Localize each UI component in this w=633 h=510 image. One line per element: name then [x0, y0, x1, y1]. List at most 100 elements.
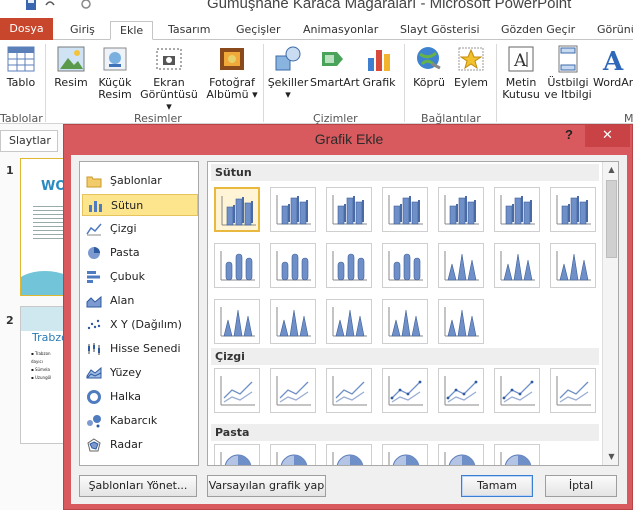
- column-subtype-cone-100[interactable]: [550, 243, 596, 288]
- chart-type-cubuk[interactable]: Çubuk: [82, 266, 198, 288]
- column-subtype-cylinder-100[interactable]: [326, 243, 372, 288]
- cancel-button[interactable]: İptal: [545, 475, 617, 497]
- ekran-goruntusu-button[interactable]: Ekran Görüntüsü ▾: [138, 44, 200, 113]
- column-subtype-cylinder-100-icon: [332, 251, 367, 281]
- pie-subtype-4[interactable]: [382, 444, 428, 465]
- column-subtype-cone-icon: [444, 251, 479, 281]
- chart-type-kabarcik[interactable]: Kabarcık: [82, 410, 198, 432]
- column-subtype-cylinder-icon: [220, 251, 255, 281]
- chart-type-sutun[interactable]: Sütun: [82, 194, 198, 216]
- pie-subtype-6[interactable]: [494, 444, 540, 465]
- smartart-icon: [322, 52, 343, 66]
- tab-gecisler[interactable]: Geçişler: [236, 21, 280, 40]
- metin-kutusu-button[interactable]: A Metin Kutusu: [500, 44, 542, 101]
- chart-type-hisse-senedi[interactable]: Hisse Senedi: [82, 338, 198, 360]
- ustbilgi-button[interactable]: Üstbilgi ve Itbilgi: [544, 44, 592, 101]
- kucuk-resim-button[interactable]: Küçük Resim: [96, 44, 134, 101]
- column-subtype-stacked3d[interactable]: [438, 187, 484, 232]
- ok-button[interactable]: Tamam: [461, 475, 533, 497]
- chart-type-xy-dagilim[interactable]: X Y (Dağılım): [82, 314, 198, 336]
- column-subtype-pyramid-stacked[interactable]: [326, 299, 372, 344]
- set-default-chart-button[interactable]: Varsayılan grafik yap: [207, 475, 326, 497]
- slide-thumbnail-1[interactable]: WO: [20, 158, 66, 296]
- tab-slayt-gosterisi[interactable]: Slayt Gösterisi: [400, 21, 480, 40]
- slide-number: 2: [6, 314, 14, 327]
- separator: [263, 44, 264, 122]
- scroll-thumb[interactable]: [606, 180, 617, 258]
- line-subtype-1[interactable]: [214, 368, 260, 413]
- line-subtype-2[interactable]: [270, 368, 316, 413]
- tab-tasarim[interactable]: Tasarım: [168, 21, 210, 40]
- eylem-button[interactable]: Eylem: [452, 44, 490, 89]
- header-footer-icon: [558, 45, 578, 73]
- column-subtype-column3d-icon: [556, 195, 591, 225]
- tab-gorunum[interactable]: Görünü: [597, 21, 633, 40]
- pie-subtype-5[interactable]: [438, 444, 484, 465]
- ribbon-tabs: Dosya Giriş Ekle Tasarım Geçişler Animas…: [0, 18, 633, 40]
- scatter-chart-icon: [87, 319, 101, 330]
- save-icon[interactable]: [25, 0, 37, 10]
- pie-subtype-2[interactable]: [270, 444, 316, 465]
- chart-type-pasta[interactable]: Pasta: [82, 242, 198, 264]
- sekiller-button[interactable]: Şekiller ▾: [266, 44, 310, 101]
- column-subtype-column3d[interactable]: [550, 187, 596, 232]
- column-subtype-cone[interactable]: [438, 243, 484, 288]
- line-subtype-3[interactable]: [326, 368, 372, 413]
- tab-slaytlar[interactable]: Slaytlar: [0, 130, 58, 152]
- wordart-button[interactable]: A WordArt: [593, 44, 633, 89]
- tablo-button[interactable]: Tablo: [4, 44, 38, 89]
- smartart-button[interactable]: SmartArt: [310, 44, 360, 89]
- chart-type-yuzey[interactable]: Yüzey: [82, 362, 198, 384]
- grafik-button[interactable]: Grafik: [360, 44, 398, 89]
- column-subtype-pyramid-100[interactable]: [382, 299, 428, 344]
- chart-type-sablonlar[interactable]: Şablonlar: [82, 170, 198, 192]
- slides-pane: Slaytlar 1 WO 2 Trabzo ▪ Trabzon dayıcı …: [0, 124, 66, 510]
- slide-thumbnail-2[interactable]: Trabzo ▪ Trabzon dayıcı ▪ Sümela ▪ Uzung…: [20, 306, 66, 444]
- column-subtype-pyramid[interactable]: [270, 299, 316, 344]
- tab-dosya[interactable]: Dosya: [0, 18, 53, 40]
- tab-animasyonlar[interactable]: Animasyonlar: [303, 21, 378, 40]
- close-button[interactable]: ✕: [585, 125, 630, 147]
- svg-text:A: A: [602, 47, 624, 74]
- scroll-down-icon[interactable]: ▼: [603, 449, 618, 465]
- slide-bullet: ▪ Sümela: [31, 367, 50, 372]
- chart-type-cizgi[interactable]: Çizgi: [82, 218, 198, 240]
- tab-gozden-gecir[interactable]: Gözden Geçir: [501, 21, 575, 40]
- separator: [496, 44, 497, 122]
- chart-type-halka[interactable]: Halka: [82, 386, 198, 408]
- slide-decor-band: [21, 307, 65, 331]
- manage-templates-button[interactable]: Şablonları Yönet...: [79, 475, 197, 497]
- chart-type-radar[interactable]: Radar: [82, 434, 198, 456]
- tab-ekle[interactable]: Ekle: [110, 21, 154, 40]
- chart-type-alan[interactable]: Alan: [82, 290, 198, 312]
- scroll-up-icon[interactable]: ▲: [603, 162, 618, 178]
- radar-chart-icon: [87, 438, 101, 452]
- line-subtype-5[interactable]: [438, 368, 484, 413]
- column-subtype-stacked100[interactable]: [326, 187, 372, 232]
- pie-subtype-1[interactable]: [214, 444, 260, 465]
- fotograf-albumu-button[interactable]: Fotoğraf Albümü ▾: [204, 44, 260, 101]
- undo-icon[interactable]: [44, 0, 56, 10]
- resim-button[interactable]: Resim: [52, 44, 90, 89]
- gallery-scrollbar[interactable]: ▲ ▼: [602, 162, 618, 465]
- help-button[interactable]: ?: [562, 127, 576, 143]
- kopru-button[interactable]: Köprü: [410, 44, 448, 89]
- column-subtype-cone-stacked[interactable]: [494, 243, 540, 288]
- column-subtype-stacked[interactable]: [270, 187, 316, 232]
- column-subtype-pyramid-3d[interactable]: [438, 299, 484, 344]
- column-subtype-stacked100-3d[interactable]: [494, 187, 540, 232]
- redo-icon[interactable]: [80, 0, 92, 10]
- column-subtype-clustered3d[interactable]: [382, 187, 428, 232]
- tab-giris[interactable]: Giriş: [70, 21, 95, 40]
- column-subtype-cone-3d[interactable]: [214, 299, 260, 344]
- column-subtype-clustered[interactable]: [214, 187, 260, 232]
- slide-number: 1: [6, 164, 14, 177]
- line-subtype-6[interactable]: [494, 368, 540, 413]
- ribbon: Tablo Resim Küçük Resim Ekran Görüntüsü …: [0, 40, 633, 125]
- pie-subtype-3[interactable]: [326, 444, 372, 465]
- line-subtype-7[interactable]: [550, 368, 596, 413]
- column-subtype-cylinder-3d[interactable]: [382, 243, 428, 288]
- column-subtype-cylinder[interactable]: [214, 243, 260, 288]
- line-subtype-4[interactable]: [382, 368, 428, 413]
- column-subtype-cylinder-stacked[interactable]: [270, 243, 316, 288]
